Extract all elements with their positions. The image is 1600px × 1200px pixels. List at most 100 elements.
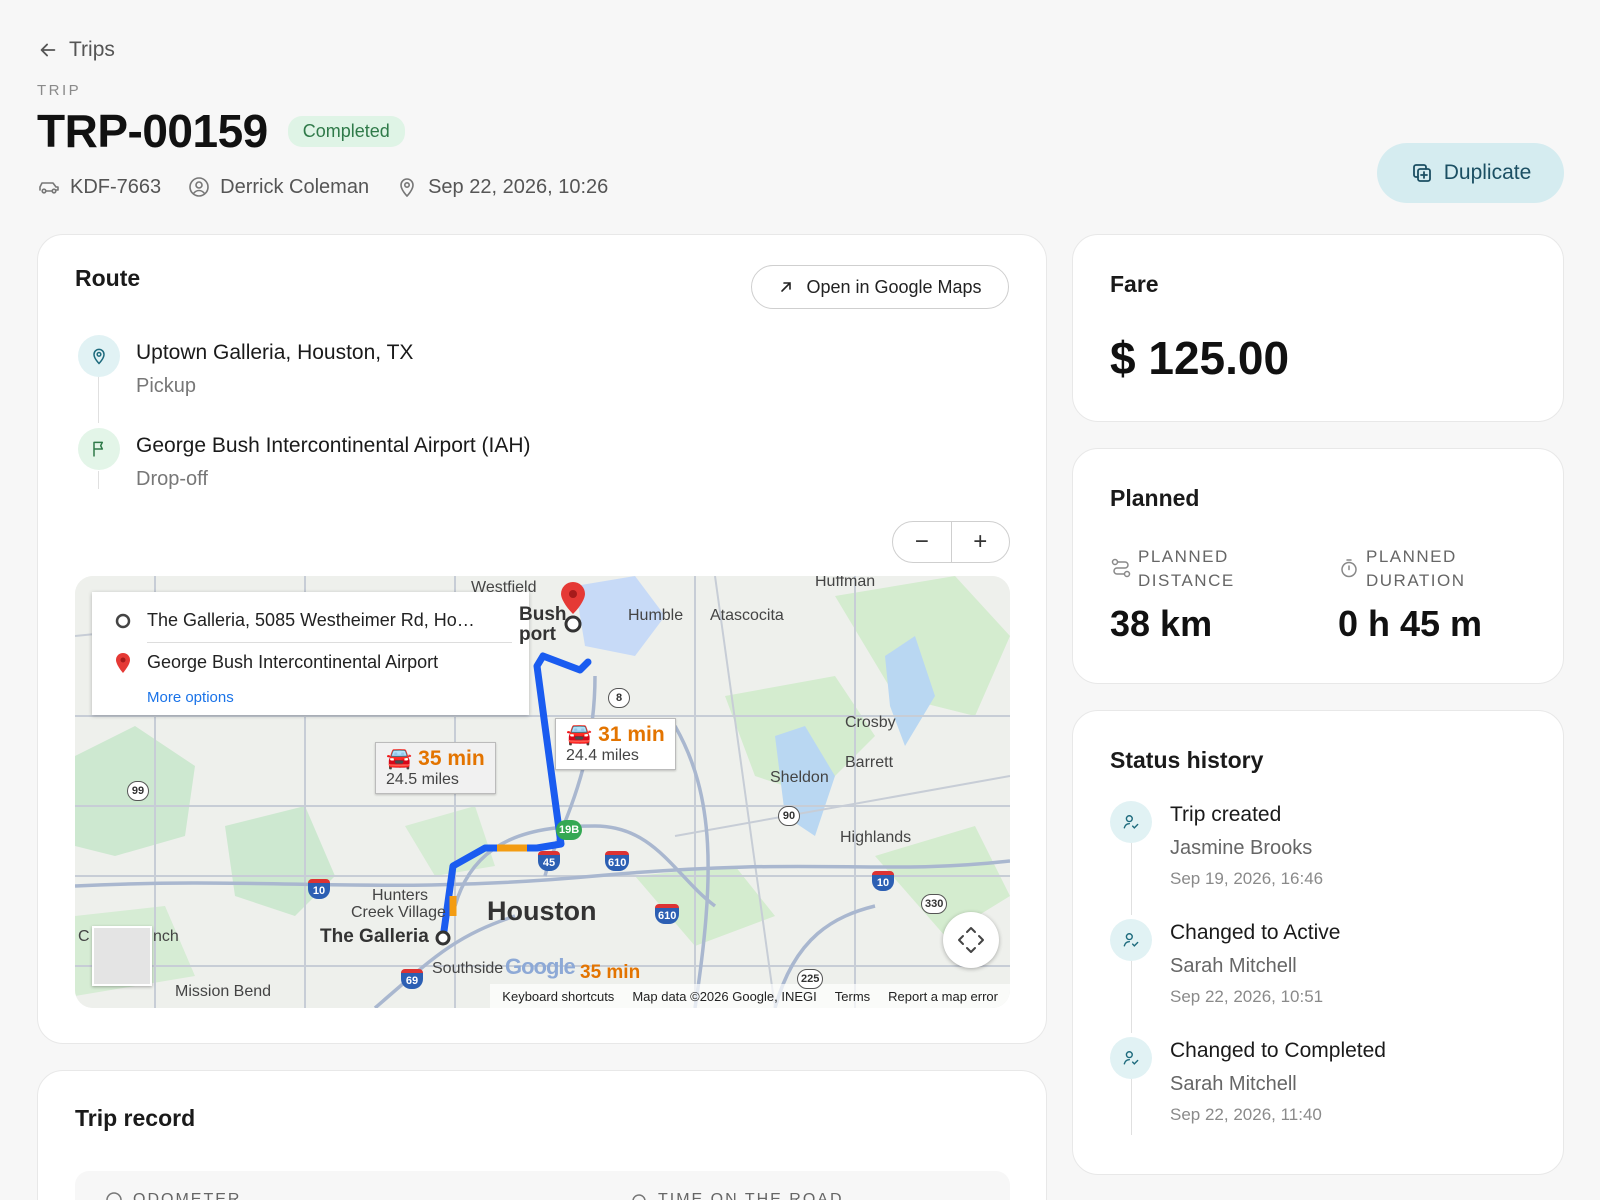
- route-option-fast[interactable]: 🚘 31 min 24.4 miles: [555, 718, 676, 770]
- road-shield: 225: [797, 969, 824, 989]
- arrow-left-icon: [40, 43, 56, 57]
- history-event-time: Sep 22, 2026, 10:51: [1170, 987, 1324, 1006]
- history-event-title: Changed to Completed: [1170, 1039, 1386, 1062]
- user-check-icon: [1110, 919, 1152, 961]
- road-shield: 10: [308, 879, 330, 899]
- map-label: C: [78, 928, 90, 945]
- duplicate-button[interactable]: Duplicate: [1377, 143, 1564, 203]
- planned-distance-label: PLANNED DISTANCE: [1138, 545, 1235, 593]
- map-directions-panel: The Galleria, 5085 Westheimer Rd, Ho… Ge…: [92, 592, 529, 715]
- route-option-third-time: 35 min: [580, 962, 641, 983]
- road-shield: 19B: [556, 820, 583, 840]
- map-label: The Galleria: [320, 926, 429, 947]
- road-shield: 99: [127, 781, 149, 801]
- map-label: Humble: [628, 607, 684, 624]
- user-check-icon: [1110, 801, 1152, 843]
- more-options-link[interactable]: More options: [147, 689, 234, 706]
- planned-card: Planned PLANNED DISTANCE 38 km PLANNED D…: [1072, 448, 1564, 684]
- open-google-maps-label: Open in Google Maps: [806, 276, 982, 297]
- zoom-control: − +: [892, 521, 1010, 563]
- page-title: TRP-00159: [37, 105, 268, 157]
- route-option-fast-distance: 24.4 miles: [566, 747, 639, 764]
- fare-title: Fare: [1110, 271, 1159, 297]
- route-option-alt-distance: 24.5 miles: [386, 771, 459, 788]
- duplicate-button-label: Duplicate: [1443, 161, 1532, 184]
- road-shield: 610: [605, 851, 630, 871]
- map-label: Atascocita: [710, 607, 784, 624]
- open-google-maps-button[interactable]: Open in Google Maps: [751, 265, 1009, 309]
- street-view-thumbnail[interactable]: [92, 926, 152, 986]
- user-circle-icon: [189, 177, 209, 197]
- keyboard-shortcuts-link[interactable]: Keyboard shortcuts: [502, 989, 614, 1004]
- zoom-in-button[interactable]: +: [950, 522, 1010, 562]
- vehicle-plate: KDF-7663: [70, 175, 162, 198]
- back-link-label: Trips: [69, 38, 115, 61]
- map-label-houston: Houston: [487, 896, 597, 926]
- report-error-link[interactable]: Report a map error: [888, 989, 998, 1004]
- car-icon: 🚘: [386, 747, 413, 770]
- road-shield: 610: [655, 904, 680, 924]
- road-shield: 8: [608, 688, 630, 708]
- route-map[interactable]: The Galleria, 5085 Westheimer Rd, Ho… Ge…: [75, 576, 1010, 1008]
- route-icon: [1111, 558, 1131, 578]
- vehicle-info: KDF-7663: [37, 175, 161, 199]
- status-history-card: Status history Trip created Jasmine Broo…: [1072, 710, 1564, 1175]
- pickup-stop: Uptown Galleria, Houston, TX Pickup: [78, 335, 413, 398]
- back-link[interactable]: Trips: [37, 38, 115, 62]
- map-destination[interactable]: George Bush Intercontinental Airport: [147, 652, 438, 673]
- route-option-alt-time: 35 min: [418, 747, 485, 770]
- route-option-alt[interactable]: 🚘 35 min 24.5 miles: [375, 742, 496, 794]
- map-label: Barrett: [845, 754, 894, 771]
- car-icon: [39, 182, 59, 194]
- map-label: Crosby: [845, 714, 896, 731]
- trip-datetime: Sep 22, 2026, 10:26: [428, 175, 609, 198]
- destination-pin-icon: [116, 653, 130, 673]
- history-event-user: Sarah Mitchell: [1170, 955, 1297, 977]
- odometer-label: ODOMETER: [105, 1191, 241, 1200]
- road-shield: 330: [921, 894, 948, 914]
- planned-distance-label-line2: DISTANCE: [1138, 571, 1235, 590]
- history-event-title: Changed to Active: [1170, 921, 1341, 944]
- map-data-attribution: Map data ©2026 Google, INEGI: [632, 988, 817, 1004]
- map-label: Bush: [519, 604, 567, 625]
- arrow-up-right-icon: [781, 282, 792, 292]
- driver-info: Derrick Coleman: [187, 175, 369, 199]
- history-event-user: Sarah Mitchell: [1170, 1073, 1297, 1095]
- dropoff-role: Drop-off: [136, 468, 208, 490]
- odometer-label-text: ODOMETER: [133, 1191, 242, 1200]
- google-logo: Google: [505, 954, 576, 979]
- zoom-out-button[interactable]: −: [893, 522, 951, 562]
- route-card: Route Open in Google Maps Uptown Galleri…: [37, 234, 1047, 1044]
- planned-duration-label-line1: PLANNED: [1366, 547, 1457, 566]
- user-check-icon: [1110, 1037, 1152, 1079]
- terms-link[interactable]: Terms: [835, 989, 870, 1004]
- trip-record-card: Trip record ODOMETER TIME ON THE ROAD: [37, 1070, 1047, 1200]
- route-title: Route: [75, 265, 141, 291]
- map-label: Hunters: [372, 887, 429, 904]
- history-event-title: Trip created: [1170, 803, 1282, 826]
- fare-card: Fare $ 125.00: [1072, 234, 1564, 422]
- page-eyebrow: TRIP: [37, 82, 82, 99]
- trip-record-title: Trip record: [75, 1105, 196, 1131]
- recenter-button[interactable]: [943, 912, 999, 968]
- map-origin[interactable]: The Galleria, 5085 Westheimer Rd, Ho…: [147, 610, 475, 631]
- planned-duration-label: PLANNED DURATION: [1366, 545, 1466, 593]
- planned-duration-value: 0 h 45 m: [1338, 603, 1483, 644]
- stopwatch-icon: [1341, 559, 1357, 578]
- planned-distance-value: 38 km: [1110, 603, 1213, 644]
- planned-distance-label-line1: PLANNED: [1138, 547, 1229, 566]
- status-badge: Completed: [287, 115, 405, 147]
- road-shield: 45: [538, 851, 560, 871]
- recenter-icon: [958, 927, 984, 953]
- history-event-time: Sep 19, 2026, 16:46: [1170, 869, 1324, 888]
- pickup-role: Pickup: [136, 375, 197, 397]
- fare-amount: $ 125.00: [1110, 332, 1290, 384]
- route-option-fast-time: 31 min: [598, 723, 665, 746]
- planned-title: Planned: [1110, 485, 1200, 511]
- trip-meta: KDF-7663 Derrick Coleman Sep 22, 2026, 1…: [37, 175, 608, 199]
- history-event-user: Jasmine Brooks: [1170, 837, 1313, 859]
- datetime-info: Sep 22, 2026, 10:26: [395, 175, 608, 199]
- copy-plus-icon: [1412, 164, 1431, 182]
- status-history-title: Status history: [1110, 747, 1264, 773]
- map-label: port: [519, 624, 556, 645]
